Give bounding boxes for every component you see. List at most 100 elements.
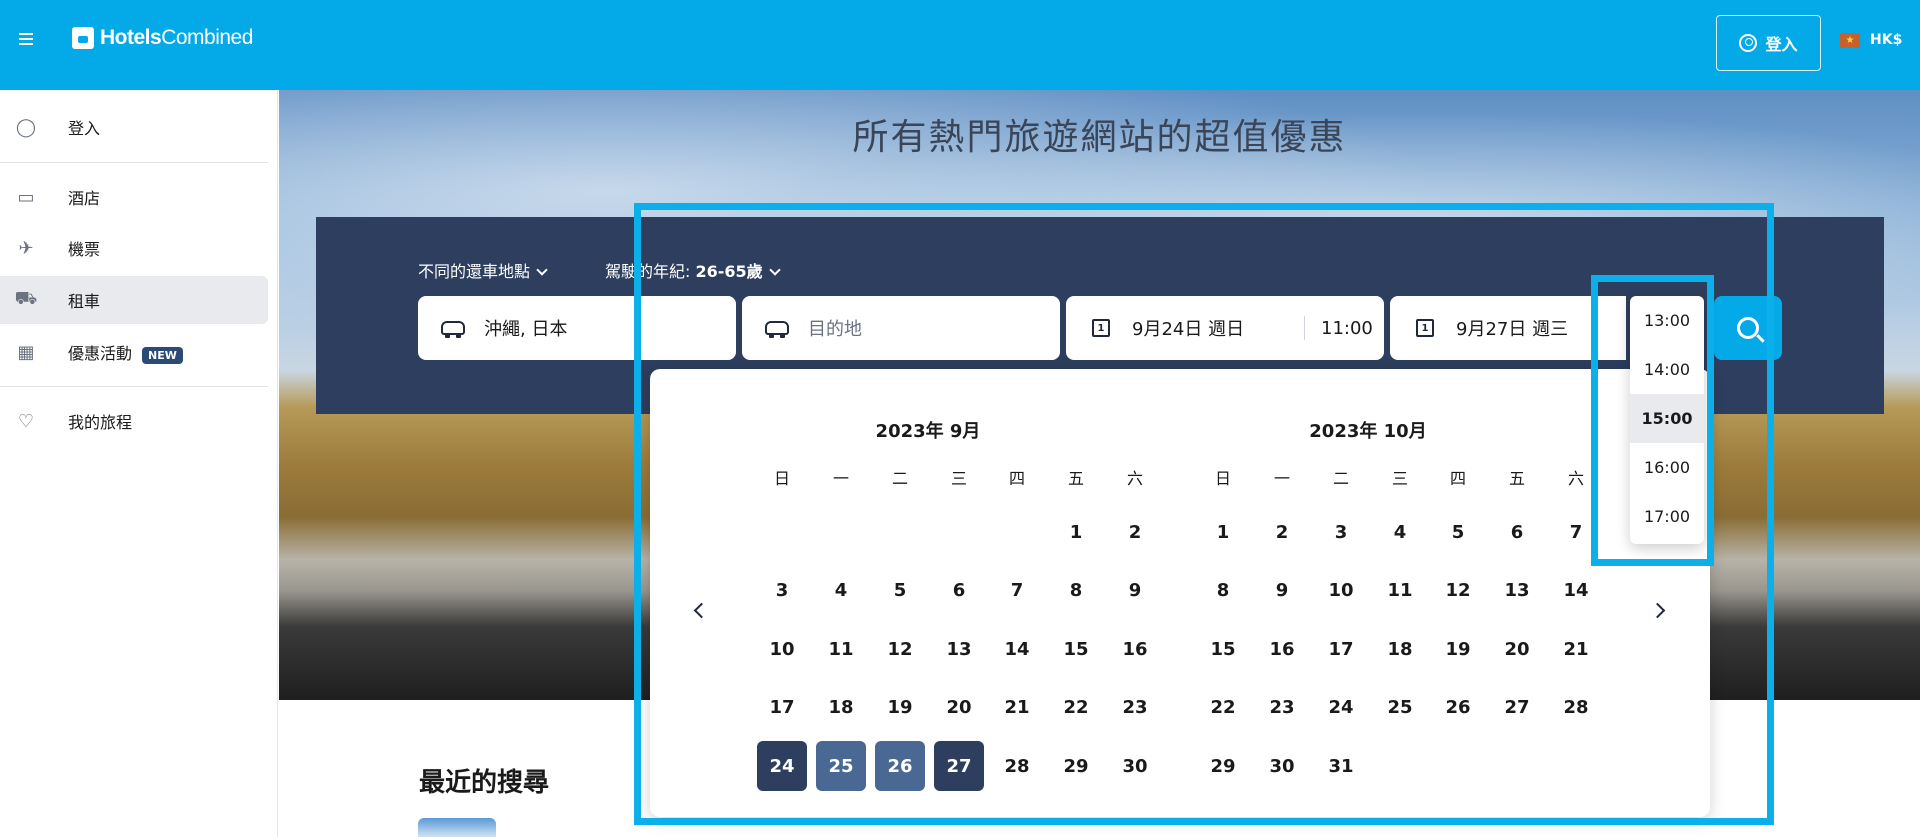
signin-button[interactable]: 登入 [1716,15,1821,71]
calendar-day[interactable]: 15 [1051,624,1101,674]
weekday-label: 三 [1391,469,1408,488]
calendar-day[interactable]: 31 [1316,741,1366,791]
calendar-day[interactable]: 12 [1433,565,1483,615]
signin-label: 登入 [1765,35,1798,54]
search-button[interactable] [1714,296,1782,360]
calendar-day[interactable]: 29 [1051,741,1101,791]
driver-age-filter[interactable]: 駕駛的年紀: 26-65歲 [605,258,781,282]
calendar-day[interactable]: 20 [934,682,984,732]
sidebar-item-trips[interactable]: ♡ 我的旅程 [0,397,268,445]
calendar-day[interactable]: 21 [992,682,1042,732]
calendar-day[interactable]: 8 [1051,565,1101,615]
calendar-day[interactable]: 5 [1433,507,1483,557]
sidebar-item-label: 優惠活動 NEW [68,340,183,364]
time-option[interactable]: 14:00 [1630,345,1704,394]
weekday-label: 四 [1449,469,1466,488]
calendar-day[interactable]: 6 [934,565,984,615]
calendar-day[interactable]: 20 [1492,624,1542,674]
calendar-day[interactable]: 2 [1110,507,1160,557]
time-option-selected[interactable]: 15:00 [1630,394,1704,443]
weekday-label: 一 [832,469,849,488]
time-option[interactable]: 16:00 [1630,443,1704,492]
calendar-day[interactable]: 28 [992,741,1042,791]
calendar-icon: 1 [1088,318,1114,338]
calendar-day[interactable]: 19 [875,682,925,732]
dropoff-date-field[interactable]: 1 9月27日 週三 [1390,296,1626,360]
chevron-down-icon [536,264,548,276]
calendar-day[interactable]: 11 [816,624,866,674]
calendar-day[interactable]: 27 [934,741,984,791]
pickup-location-field[interactable]: 沖繩, 日本 [418,296,736,360]
calendar-day[interactable]: 24 [1316,682,1366,732]
calendar-day[interactable]: 7 [992,565,1042,615]
pickup-date-field[interactable]: 1 9月24日 週日 11:00 [1066,296,1384,360]
calendar-day[interactable]: 17 [1316,624,1366,674]
calendar-day[interactable]: 24 [757,741,807,791]
calendar-day[interactable]: 30 [1257,741,1307,791]
calendar-day[interactable]: 18 [1375,624,1425,674]
calendar-day[interactable]: 5 [875,565,925,615]
return-location-filter[interactable]: 不同的還車地點 [418,258,548,282]
calendar-day[interactable]: 25 [1375,682,1425,732]
recent-search-thumbnail[interactable] [418,818,496,837]
chevron-down-icon [769,264,781,276]
calendar-day[interactable]: 10 [1316,565,1366,615]
sidebar-divider [0,162,268,163]
car-icon: ⛟ [14,288,38,309]
calendar-day[interactable]: 3 [757,565,807,615]
calendar-day[interactable]: 25 [816,741,866,791]
calendar-day[interactable]: 14 [1551,565,1601,615]
calendar-star-icon: ▦ [17,341,35,363]
calendar-day[interactable]: 12 [875,624,925,674]
calendar-day[interactable]: 13 [934,624,984,674]
calendar-day[interactable]: 11 [1375,565,1425,615]
calendar-day[interactable]: 26 [1433,682,1483,732]
time-option[interactable]: 17:00 [1630,492,1704,541]
logo[interactable]: Hotels Combined [72,26,253,50]
calendar-day[interactable]: 29 [1198,741,1248,791]
hero-title: 所有熱門旅遊網站的超值優惠 [852,117,1347,158]
currency-selector[interactable]: ★ HK$ [1840,32,1902,48]
calendar-day[interactable]: 16 [1257,624,1307,674]
sidebar-item-cars[interactable]: ⛟ 租車 [0,276,268,324]
calendar-day[interactable]: 9 [1257,565,1307,615]
calendar-day[interactable]: 18 [816,682,866,732]
calendar-day[interactable]: 17 [757,682,807,732]
destination-field[interactable]: 目的地 [742,296,1060,360]
calendar-day[interactable]: 9 [1110,565,1160,615]
calendar-day[interactable]: 4 [1375,507,1425,557]
calendar-day[interactable]: 3 [1316,507,1366,557]
calendar-day[interactable]: 8 [1198,565,1248,615]
calendar-day[interactable]: 10 [757,624,807,674]
calendar-day[interactable]: 1 [1051,507,1101,557]
calendar-day[interactable]: 2 [1257,507,1307,557]
time-option[interactable]: 13:00 [1630,296,1704,345]
hamburger-menu-icon[interactable] [14,30,38,54]
calendar-day[interactable]: 1 [1198,507,1248,557]
calendar-day[interactable]: 16 [1110,624,1160,674]
sidebar-item-flights[interactable]: ✈ 機票 [0,224,268,272]
next-month-button[interactable] [1642,595,1672,625]
sidebar-item-hotels[interactable]: ▭ 酒店 [0,173,268,221]
calendar-day[interactable]: 13 [1492,565,1542,615]
calendar-day[interactable]: 23 [1110,682,1160,732]
calendar-day[interactable]: 27 [1492,682,1542,732]
calendar-day[interactable]: 23 [1257,682,1307,732]
calendar-day[interactable]: 14 [992,624,1042,674]
calendar-day[interactable]: 22 [1051,682,1101,732]
calendar-day[interactable]: 28 [1551,682,1601,732]
sidebar-item-deals[interactable]: ▦ 優惠活動 NEW [0,328,268,376]
calendar-day[interactable]: 6 [1492,507,1542,557]
sidebar-item-signin[interactable]: ◯ 登入 [0,103,268,151]
pickup-time-value[interactable]: 11:00 [1321,318,1373,339]
calendar-day[interactable]: 21 [1551,624,1601,674]
calendar-day[interactable]: 15 [1198,624,1248,674]
calendar-day[interactable]: 4 [816,565,866,615]
calendar-day[interactable]: 22 [1198,682,1248,732]
prev-month-button[interactable] [686,595,716,625]
calendar-icon: 1 [1412,318,1438,338]
calendar-day[interactable]: 26 [875,741,925,791]
calendar-day[interactable]: 30 [1110,741,1160,791]
calendar-day[interactable]: 19 [1433,624,1483,674]
calendar-day[interactable]: 7 [1551,507,1601,557]
